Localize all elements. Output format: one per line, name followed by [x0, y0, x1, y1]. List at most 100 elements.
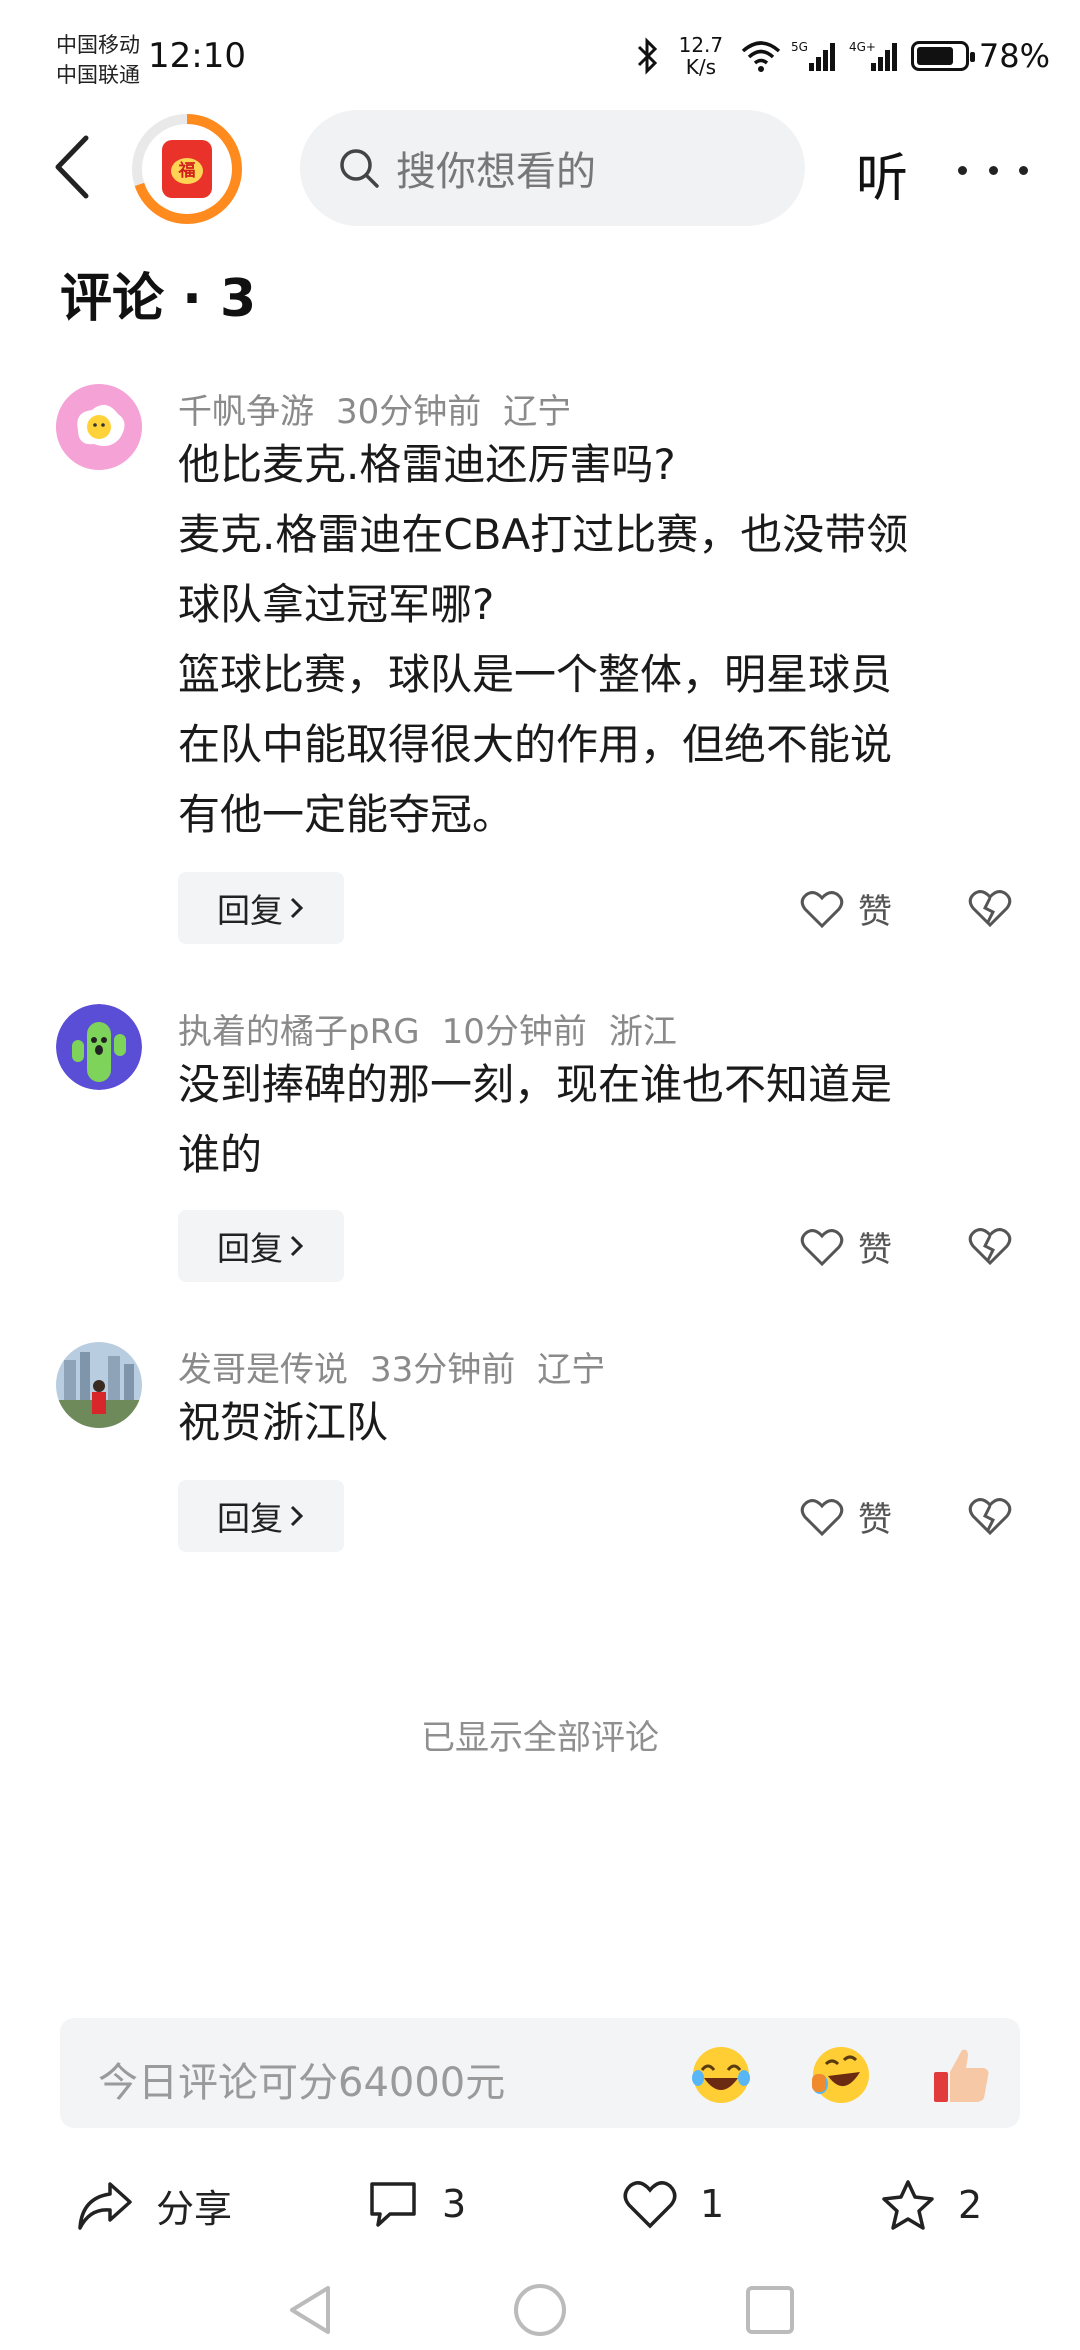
- comment-line: 谁的: [178, 1130, 263, 1179]
- dot: [958, 165, 967, 175]
- battery-fill: [916, 47, 953, 65]
- listen-button[interactable]: 听: [856, 136, 908, 211]
- bluetooth-icon: [637, 37, 657, 75]
- heart-outline-icon: [800, 1498, 844, 1536]
- network-speed-unit: K/s: [685, 55, 717, 79]
- like-count-button[interactable]: 1: [622, 2178, 724, 2230]
- reply-button[interactable]: 回复: [178, 1480, 344, 1552]
- chevron-right-icon: [290, 1505, 304, 1527]
- chevron-right-icon: [290, 1235, 304, 1257]
- svg-text:4G+: 4G+: [849, 40, 876, 54]
- heart-outline-icon: [800, 1228, 844, 1266]
- reply-label: 回复: [217, 1499, 283, 1538]
- back-arrow-icon[interactable]: [48, 132, 98, 202]
- comment-meta: 千帆争游 30分钟前 辽宁: [178, 384, 593, 433]
- comment-text: 没到捧碑的那一刻，现在谁也不知道是 谁的: [178, 1050, 1018, 1190]
- comment-line: 在队中能取得很大的作用，但绝不能说: [178, 720, 893, 769]
- battery-percent: 78%: [978, 37, 1050, 75]
- broken-heart-icon[interactable]: [968, 1226, 1012, 1266]
- badge-inner: 福: [142, 124, 232, 214]
- broken-heart-icon[interactable]: [968, 888, 1012, 928]
- reply-button[interactable]: 回复: [178, 1210, 344, 1282]
- comment-username[interactable]: 千帆争游: [178, 392, 314, 432]
- system-recents-icon[interactable]: [740, 2280, 800, 2340]
- comment-username[interactable]: 执着的橘子pRG: [178, 1012, 420, 1052]
- laughing-tears-emoji-icon[interactable]: [690, 2044, 752, 2106]
- rolling-laugh-emoji-icon[interactable]: [810, 2044, 872, 2106]
- share-button[interactable]: 分享: [76, 2178, 232, 2233]
- status-bar: 中国移动 中国联通 12:10 12.7 K/s 5G 4G+ 78%: [0, 0, 1080, 110]
- reply-label: 回复: [217, 1229, 283, 1268]
- comment-location: 辽宁: [503, 392, 572, 432]
- comment-bubble-icon: [370, 2182, 416, 2227]
- search-bar[interactable]: 搜你想看的: [300, 110, 805, 226]
- like-button[interactable]: 赞: [800, 1222, 892, 1271]
- all-comments-shown: 已显示全部评论: [421, 1718, 659, 1758]
- comment-input[interactable]: 今日评论可分64000元: [60, 2018, 1020, 2128]
- share-arrow-icon: [78, 2181, 132, 2230]
- comment-line: 他比麦克.格雷迪还厉害吗?: [178, 440, 676, 489]
- reply-label: 回复: [217, 891, 283, 930]
- comment-text: 祝贺浙江队: [178, 1388, 1018, 1458]
- comment-line: 有他一定能夺冠。: [178, 790, 515, 839]
- favorite-count: 2: [958, 2183, 983, 2227]
- signal-4g-icon: 4G+: [849, 40, 897, 71]
- like-button[interactable]: 赞: [800, 884, 892, 933]
- network-speed-value: 12.7: [678, 33, 724, 57]
- comment-line: 麦克.格雷迪在CBA打过比赛，也没带领: [178, 510, 909, 559]
- system-home-icon[interactable]: [510, 2280, 570, 2340]
- favorite-button[interactable]: 2: [880, 2178, 982, 2232]
- broken-heart-icon[interactable]: [968, 1496, 1012, 1536]
- red-packet-icon: 福: [162, 140, 212, 198]
- status-time: 12:10: [148, 36, 246, 76]
- heart-outline-icon: [800, 890, 844, 928]
- search-placeholder: 搜你想看的: [396, 149, 596, 195]
- heart-icon: [623, 2181, 677, 2229]
- more-options-icon[interactable]: [958, 140, 1028, 200]
- thumbs-up-emoji-icon[interactable]: [932, 2044, 994, 2106]
- action-bar: 分享 3 1 2: [0, 2160, 1080, 2260]
- like-count: 1: [700, 2182, 725, 2226]
- system-back-icon[interactable]: [280, 2280, 340, 2340]
- fu-coin: 福: [171, 158, 203, 184]
- comment-time: 10分钟前: [441, 1012, 587, 1052]
- comment-count-button[interactable]: 3: [366, 2178, 466, 2230]
- star-icon: [882, 2180, 934, 2230]
- dot: [988, 165, 998, 175]
- reply-button[interactable]: 回复: [178, 872, 344, 944]
- like-label: 赞: [858, 892, 892, 932]
- system-navigation: [0, 2270, 1080, 2350]
- battery-icon: [910, 41, 975, 71]
- like-button[interactable]: 赞: [800, 1492, 892, 1541]
- status-indicators: 12.7 K/s 5G 4G+ 78%: [635, 34, 1050, 78]
- comment-username[interactable]: 发哥是传说: [178, 1350, 348, 1390]
- signal-5g-icon: 5G: [791, 40, 835, 71]
- photo-avatar-icon: [56, 1342, 142, 1428]
- comment-meta: 发哥是传说 33分钟前 辽宁: [178, 1342, 627, 1391]
- share-label: 分享: [156, 2187, 233, 2231]
- comment-input-placeholder: 今日评论可分64000元: [98, 2060, 506, 2106]
- carrier-2: 中国联通: [56, 63, 140, 87]
- search-icon: [340, 149, 379, 188]
- carrier-1: 中国移动: [56, 33, 140, 57]
- wifi-icon: [741, 41, 781, 72]
- fried-egg-avatar-icon: [56, 384, 142, 470]
- like-label: 赞: [858, 1230, 892, 1270]
- red-packet-badge[interactable]: 福: [132, 114, 242, 224]
- user-avatar[interactable]: [56, 1342, 142, 1428]
- comment-line: 球队拿过冠军哪?: [178, 580, 495, 629]
- comment-text: 他比麦克.格雷迪还厉害吗? 麦克.格雷迪在CBA打过比赛，也没带领 球队拿过冠军…: [178, 430, 1018, 850]
- network-speed: 12.7 K/s: [671, 34, 731, 78]
- user-avatar[interactable]: [56, 384, 142, 470]
- user-avatar[interactable]: [56, 1004, 142, 1090]
- comment-line: 祝贺浙江队: [178, 1398, 389, 1447]
- top-nav: 福 搜你想看的 听: [0, 110, 1080, 230]
- chevron-right-icon: [290, 897, 304, 919]
- comment-time: 30分钟前: [336, 392, 482, 432]
- dot: [1019, 165, 1028, 175]
- comments-title: 评论 · 3: [60, 269, 257, 329]
- comment-time: 33分钟前: [370, 1350, 516, 1390]
- comment-meta: 执着的橘子pRG 10分钟前 浙江: [178, 1004, 699, 1053]
- svg-text:5G: 5G: [791, 40, 808, 54]
- comment-line: 篮球比赛，球队是一个整体，明星球员: [178, 650, 893, 699]
